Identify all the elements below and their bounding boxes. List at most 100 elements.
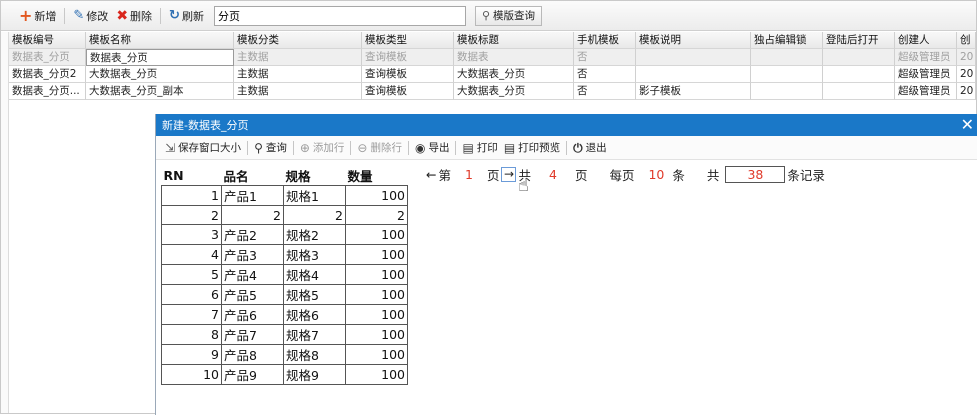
table-row[interactable]: 5 产品4 规格4 100 <box>161 264 408 285</box>
row-number-cell[interactable]: 2 <box>161 205 222 225</box>
row-number-cell[interactable]: 10 <box>161 364 222 385</box>
table-row[interactable]: 数据表_分页2 大数据表_分页 主数据 查询模板 大数据表_分页 否 超级管理员… <box>9 66 976 83</box>
spec-cell[interactable]: 规格9 <box>283 364 346 385</box>
dialog-title-bar[interactable]: 新建-数据表_分页 ✕ <box>156 114 977 136</box>
quantity-cell[interactable]: 100 <box>345 344 408 365</box>
quantity-cell[interactable]: 100 <box>345 185 408 206</box>
spec-cell[interactable]: 规格5 <box>283 284 346 305</box>
add-row-button[interactable]: ⊕ 添加行 <box>297 138 348 158</box>
row-number-cell[interactable]: 6 <box>161 284 222 305</box>
quantity-cell[interactable]: 100 <box>345 364 408 385</box>
exit-label: 退出 <box>585 142 607 154</box>
table-row[interactable]: 6 产品5 规格5 100 <box>161 284 408 305</box>
product-name-cell[interactable]: 产品5 <box>221 284 284 305</box>
row-number-cell[interactable]: 9 <box>161 344 222 365</box>
product-name-cell[interactable]: 产品6 <box>221 304 284 325</box>
edit-button[interactable]: ✎ 修改 <box>69 5 112 27</box>
prev-page-button[interactable]: ← <box>426 167 436 182</box>
close-icon[interactable]: ✕ <box>961 114 974 136</box>
grid-cell: 主数据 <box>234 83 362 100</box>
product-name-cell[interactable]: 2 <box>221 205 284 225</box>
row-number-cell[interactable]: 8 <box>161 324 222 345</box>
delete-button[interactable]: ✖ 删除 <box>112 5 156 27</box>
grid-cell: 20 <box>957 66 976 83</box>
spec-cell[interactable]: 2 <box>283 205 346 225</box>
table-row[interactable]: 9 产品8 规格8 100 <box>161 344 408 365</box>
template-query-button[interactable]: ⚲ 模版查询 <box>474 5 543 26</box>
table-row[interactable]: 8 产品7 规格7 100 <box>161 324 408 345</box>
print-button[interactable]: ▤ 打印 <box>459 138 500 158</box>
product-name-cell[interactable]: 产品2 <box>221 224 284 245</box>
row-number-cell[interactable]: 4 <box>161 244 222 265</box>
row-header-gutter <box>1 32 9 413</box>
next-page-button[interactable]: → <box>501 167 517 182</box>
spec-cell[interactable]: 规格7 <box>283 324 346 345</box>
column-header[interactable]: 创建人 <box>895 32 957 49</box>
add-row-label: 添加行 <box>312 142 345 154</box>
column-header[interactable]: 模板分类 <box>234 32 362 49</box>
app-window: + 新增 ✎ 修改 ✖ 删除 ↻ 刷新 ⚲ 模版查询 模板编号 模板名称 模板分… <box>0 0 977 415</box>
row-number-cell[interactable]: 5 <box>161 264 222 285</box>
grid-cell <box>751 49 823 66</box>
table-row[interactable]: 数据表_分页 数据表_分页 主数据 查询模板 数据表 否 超级管理员 20 <box>9 49 976 66</box>
column-header-spec: 规格 <box>285 169 311 184</box>
print-label: 打印 <box>476 142 498 154</box>
column-header[interactable]: 手机模板 <box>574 32 636 49</box>
search-input[interactable] <box>213 5 466 26</box>
spec-cell[interactable]: 规格4 <box>283 264 346 285</box>
export-button[interactable]: ◉ 导出 <box>412 138 452 158</box>
template-grid: 模板编号 模板名称 模板分类 模板类型 模板标题 手机模板 模板说明 独占编辑锁… <box>9 32 976 100</box>
quantity-cell[interactable]: 100 <box>345 324 408 345</box>
quantity-cell[interactable]: 100 <box>345 224 408 245</box>
column-header[interactable]: 独占编辑锁 <box>751 32 823 49</box>
add-button[interactable]: + 新增 <box>15 5 60 27</box>
quantity-cell[interactable]: 100 <box>345 284 408 305</box>
query-button[interactable]: ⚲ 查询 <box>251 138 290 158</box>
print-preview-button[interactable]: ▤ 打印预览 <box>501 138 563 158</box>
row-number-cell[interactable]: 1 <box>161 185 222 206</box>
grid-cell: 否 <box>574 83 636 100</box>
product-name-cell[interactable]: 产品7 <box>221 324 284 345</box>
spec-cell[interactable]: 规格1 <box>283 185 346 206</box>
quantity-cell[interactable]: 2 <box>345 205 408 225</box>
table-row[interactable]: 10 产品9 规格9 100 <box>161 364 408 385</box>
grid-cell: 超级管理员 <box>895 66 957 83</box>
row-number-cell[interactable]: 3 <box>161 224 222 245</box>
delete-row-button[interactable]: ⊖ 删除行 <box>354 138 405 158</box>
save-window-size-button[interactable]: ⇲ 保存窗口大小 <box>162 138 244 158</box>
exit-button[interactable]: ⏻ 退出 <box>570 138 610 158</box>
table-row[interactable]: 数据表_分页... 大数据表_分页_副本 主数据 查询模板 大数据表_分页 否 … <box>9 83 976 100</box>
product-name-cell[interactable]: 产品3 <box>221 244 284 265</box>
product-name-cell[interactable]: 产品4 <box>221 264 284 285</box>
quantity-cell[interactable]: 100 <box>345 264 408 285</box>
table-row[interactable]: 1 产品1 规格1 100 <box>161 185 408 206</box>
column-header[interactable]: 创 <box>957 32 976 49</box>
grid-cell: 20 <box>957 49 976 66</box>
product-table: RN 品名 规格 数量 1 产品1 规格1 100 2 2 2 2 3 产品2 规格2 100 4 产品3… <box>161 166 408 385</box>
table-row[interactable]: 3 产品2 规格2 100 <box>161 224 408 245</box>
add-button-label: 新增 <box>34 9 57 23</box>
table-row[interactable]: 4 产品3 规格3 100 <box>161 244 408 265</box>
table-body: 1 产品1 规格1 100 2 2 2 2 3 产品2 规格2 100 4 产品3 规格3 100 5 产品4 规格… <box>161 185 408 385</box>
column-header[interactable]: 模板标题 <box>454 32 574 49</box>
grid-cell: 超级管理员 <box>895 49 957 66</box>
spec-cell[interactable]: 规格2 <box>283 224 346 245</box>
quantity-cell[interactable]: 100 <box>345 304 408 325</box>
quantity-cell[interactable]: 100 <box>345 244 408 265</box>
spec-cell[interactable]: 规格6 <box>283 304 346 325</box>
table-row[interactable]: 7 产品6 规格6 100 <box>161 304 408 325</box>
column-header[interactable]: 模板名称 <box>86 32 234 49</box>
row-number-cell[interactable]: 7 <box>161 304 222 325</box>
product-name-cell[interactable]: 产品1 <box>221 185 284 206</box>
column-header[interactable]: 模板编号 <box>9 32 86 49</box>
column-header[interactable]: 登陆后打开 <box>823 32 895 49</box>
column-header[interactable]: 模板说明 <box>636 32 751 49</box>
product-name-cell[interactable]: 产品8 <box>221 344 284 365</box>
spec-cell[interactable]: 规格8 <box>283 344 346 365</box>
column-header[interactable]: 模板类型 <box>362 32 454 49</box>
spec-cell[interactable]: 规格3 <box>283 244 346 265</box>
product-name-cell[interactable]: 产品9 <box>221 364 284 385</box>
refresh-button[interactable]: ↻ 刷新 <box>165 5 208 27</box>
grid-cell-editor[interactable]: 数据表_分页 <box>86 49 234 66</box>
table-row[interactable]: 2222 <box>161 205 408 225</box>
